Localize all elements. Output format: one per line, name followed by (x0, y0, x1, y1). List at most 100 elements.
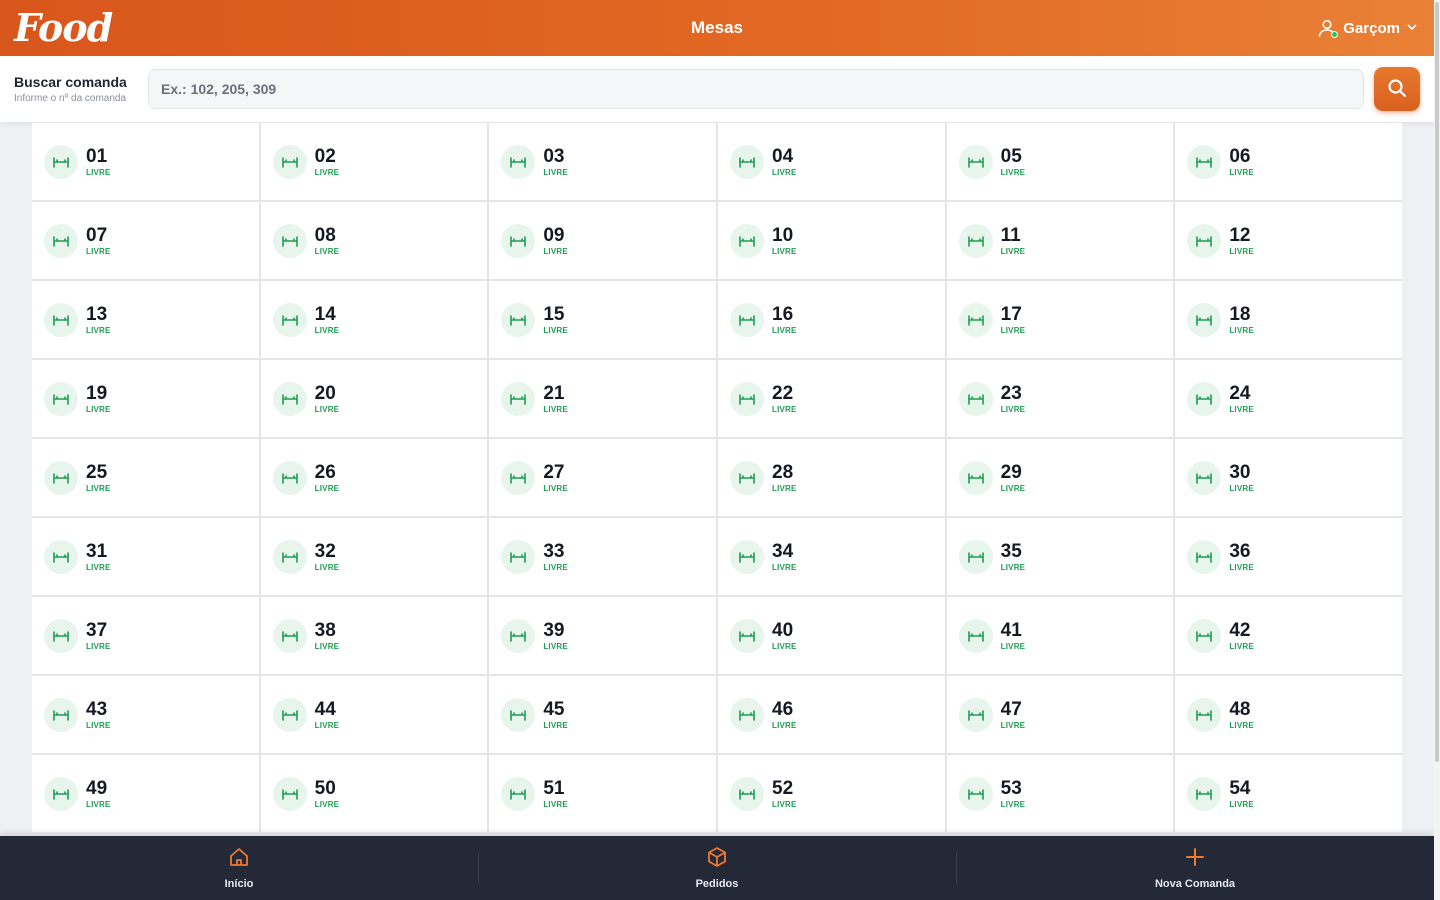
user-menu[interactable]: Garçom (1317, 18, 1418, 38)
table-status: LIVRE (772, 404, 797, 414)
table-card[interactable]: 52 LIVRE (718, 755, 945, 832)
table-icon (501, 618, 536, 653)
table-status: LIVRE (772, 720, 797, 730)
table-card[interactable]: 31 LIVRE (32, 518, 259, 595)
table-card[interactable]: 28 LIVRE (718, 439, 945, 516)
table-info: 31 LIVRE (86, 542, 111, 572)
table-card[interactable]: 19 LIVRE (32, 360, 259, 437)
table-icon (44, 618, 78, 653)
table-card[interactable]: 11 LIVRE (946, 202, 1174, 279)
table-number: 09 (543, 224, 565, 246)
scrollbar-thumb[interactable] (1435, 2, 1439, 762)
table-card[interactable]: 10 LIVRE (718, 202, 945, 279)
table-card[interactable]: 30 LIVRE (1175, 439, 1402, 516)
table-status: LIVRE (1000, 167, 1026, 177)
nav-inicio[interactable]: Início (0, 836, 478, 900)
table-status: LIVRE (314, 720, 340, 730)
table-card[interactable]: 43 LIVRE (32, 676, 259, 753)
table-icon (1187, 776, 1222, 811)
table-card[interactable]: 08 LIVRE (260, 202, 488, 279)
table-card[interactable]: 44 LIVRE (260, 676, 488, 753)
table-info: 27 LIVRE (543, 463, 568, 493)
table-card[interactable]: 54 LIVRE (1175, 755, 1402, 832)
table-card[interactable]: 23 LIVRE (946, 360, 1174, 437)
table-info: 10 LIVRE (772, 226, 797, 256)
table-info: 19 LIVRE (86, 384, 111, 414)
nav-pedidos[interactable]: Pedidos (478, 836, 956, 900)
table-icon (958, 144, 993, 179)
scrollbar[interactable] (1434, 0, 1440, 900)
table-icon (1187, 460, 1222, 495)
table-card[interactable]: 20 LIVRE (260, 360, 488, 437)
table-card[interactable]: 22 LIVRE (718, 360, 945, 437)
table-number: 47 (1000, 698, 1022, 720)
table-info: 32 LIVRE (315, 542, 340, 572)
table-card[interactable]: 35 LIVRE (946, 518, 1174, 595)
table-card[interactable]: 32 LIVRE (260, 518, 488, 595)
table-card[interactable]: 21 LIVRE (489, 360, 716, 437)
table-card[interactable]: 40 LIVRE (718, 597, 945, 674)
page-title: Mesas (691, 18, 743, 37)
table-card[interactable]: 49 LIVRE (32, 755, 259, 832)
table-status: LIVRE (772, 562, 797, 572)
nav-nova-comanda[interactable]: Nova Comanda (956, 836, 1434, 900)
table-info: 04 LIVRE (772, 147, 797, 177)
table-card[interactable]: 51 LIVRE (489, 755, 716, 832)
table-card[interactable]: 17 LIVRE (946, 281, 1174, 358)
table-card[interactable]: 15 LIVRE (489, 281, 716, 358)
table-number: 08 (314, 224, 336, 246)
table-number: 33 (543, 540, 565, 562)
tables-grid-container: 01 LIVRE 02 LIVRE 03 LIVRE 04 LIVRE 05 LIVRE 06 LIV… (32, 123, 1402, 835)
table-status: LIVRE (543, 167, 568, 177)
app-logo[interactable]: Food (14, 9, 113, 47)
table-status: LIVRE (86, 404, 111, 414)
table-card[interactable]: 02 LIVRE (260, 123, 488, 200)
table-number: 25 (86, 461, 108, 483)
tables-grid: 01 LIVRE 02 LIVRE 03 LIVRE 04 LIVRE 05 LIVRE 06 LIV… (32, 123, 1402, 832)
table-card[interactable]: 16 LIVRE (718, 281, 945, 358)
table-status: LIVRE (86, 246, 111, 256)
table-card[interactable]: 14 LIVRE (260, 281, 488, 358)
table-card[interactable]: 24 LIVRE (1175, 360, 1402, 437)
table-status: LIVRE (1229, 720, 1254, 730)
table-card[interactable]: 05 LIVRE (946, 123, 1174, 200)
table-card[interactable]: 50 LIVRE (260, 755, 488, 832)
table-card[interactable]: 33 LIVRE (489, 518, 716, 595)
table-card[interactable]: 39 LIVRE (489, 597, 716, 674)
table-info: 38 LIVRE (315, 621, 340, 651)
table-info: 44 LIVRE (315, 700, 340, 730)
table-card[interactable]: 38 LIVRE (260, 597, 488, 674)
table-icon (730, 697, 764, 732)
table-info: 51 LIVRE (543, 779, 568, 809)
search-button[interactable] (1374, 67, 1420, 111)
table-card[interactable]: 09 LIVRE (489, 202, 716, 279)
table-card[interactable]: 53 LIVRE (946, 755, 1174, 832)
table-card[interactable]: 34 LIVRE (718, 518, 945, 595)
table-card[interactable]: 46 LIVRE (718, 676, 945, 753)
table-card[interactable]: 07 LIVRE (32, 202, 259, 279)
table-status: LIVRE (772, 483, 797, 493)
table-icon (958, 381, 993, 416)
table-card[interactable]: 06 LIVRE (1175, 123, 1402, 200)
table-card[interactable]: 29 LIVRE (946, 439, 1174, 516)
table-card[interactable]: 26 LIVRE (260, 439, 488, 516)
table-card[interactable]: 13 LIVRE (32, 281, 259, 358)
table-card[interactable]: 03 LIVRE (489, 123, 716, 200)
table-card[interactable]: 36 LIVRE (1175, 518, 1402, 595)
table-number: 06 (1229, 145, 1251, 167)
table-card[interactable]: 41 LIVRE (946, 597, 1174, 674)
table-card[interactable]: 27 LIVRE (489, 439, 716, 516)
table-card[interactable]: 48 LIVRE (1175, 676, 1402, 753)
table-card[interactable]: 18 LIVRE (1175, 281, 1402, 358)
search-input[interactable] (148, 69, 1364, 109)
table-card[interactable]: 42 LIVRE (1175, 597, 1402, 674)
table-card[interactable]: 37 LIVRE (32, 597, 259, 674)
table-card[interactable]: 01 LIVRE (32, 123, 259, 200)
table-card[interactable]: 25 LIVRE (32, 439, 259, 516)
table-card[interactable]: 47 LIVRE (946, 676, 1174, 753)
table-card[interactable]: 45 LIVRE (489, 676, 716, 753)
table-card[interactable]: 12 LIVRE (1175, 202, 1402, 279)
nav-label: Início (224, 878, 254, 890)
table-info: 14 LIVRE (315, 305, 340, 335)
table-card[interactable]: 04 LIVRE (718, 123, 945, 200)
